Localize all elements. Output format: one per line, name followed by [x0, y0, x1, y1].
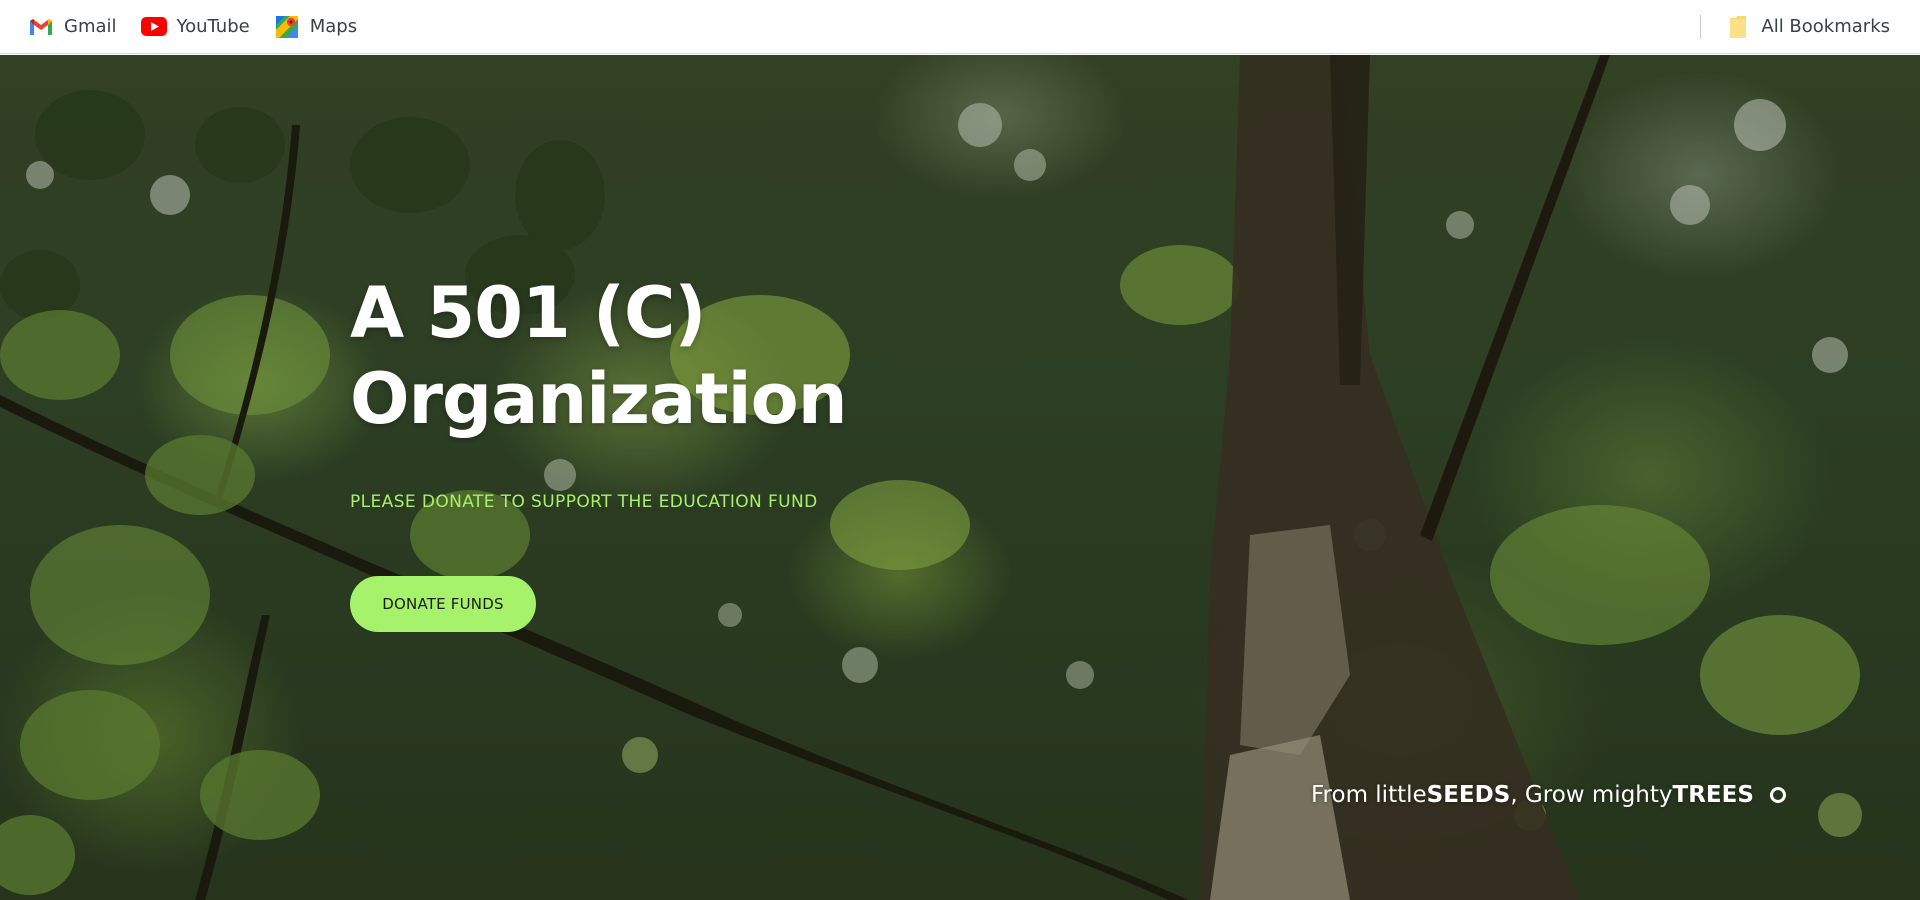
all-bookmarks-label: All Bookmarks: [1761, 16, 1890, 37]
hero-title-line1: A 501 (C): [350, 272, 706, 354]
tagline-trees: TREES: [1672, 782, 1754, 808]
donate-funds-button[interactable]: DONATE FUNDS: [350, 576, 536, 632]
bookmarks-bar: Gmail YouTube Maps All Bookmarks: [0, 0, 1920, 54]
maps-icon: [274, 15, 300, 39]
bookmark-label: YouTube: [176, 16, 250, 37]
gmail-icon: [28, 15, 54, 39]
tagline-part3: , Grow mighty: [1510, 782, 1673, 808]
hero-tagline: From little SEEDS , Grow mighty TREES: [1311, 782, 1786, 808]
tagline-seeds: SEEDS: [1426, 782, 1511, 808]
hero-section: A 501 (C) Organization PLEASE DONATE TO …: [0, 55, 1920, 900]
hero-title-line2: Organization: [350, 358, 848, 440]
bookmark-label: Maps: [309, 16, 358, 37]
bookmark-youtube[interactable]: YouTube: [133, 9, 258, 45]
tagline-part1: From little: [1311, 782, 1427, 808]
hero-title: A 501 (C) Organization: [350, 270, 1150, 442]
folder-icon: [1725, 15, 1751, 39]
bookmark-maps[interactable]: Maps: [266, 9, 365, 45]
hero-content: A 501 (C) Organization PLEASE DONATE TO …: [350, 270, 1150, 632]
bookmarks-divider: [1700, 14, 1702, 39]
slider-dot-icon[interactable]: [1769, 787, 1786, 803]
hero-subtitle: PLEASE DONATE TO SUPPORT THE EDUCATION F…: [350, 492, 818, 512]
bookmark-gmail[interactable]: Gmail: [20, 9, 125, 45]
youtube-icon: [140, 15, 167, 39]
all-bookmarks-button[interactable]: All Bookmarks: [1717, 9, 1898, 45]
bookmark-label: Gmail: [64, 16, 117, 37]
